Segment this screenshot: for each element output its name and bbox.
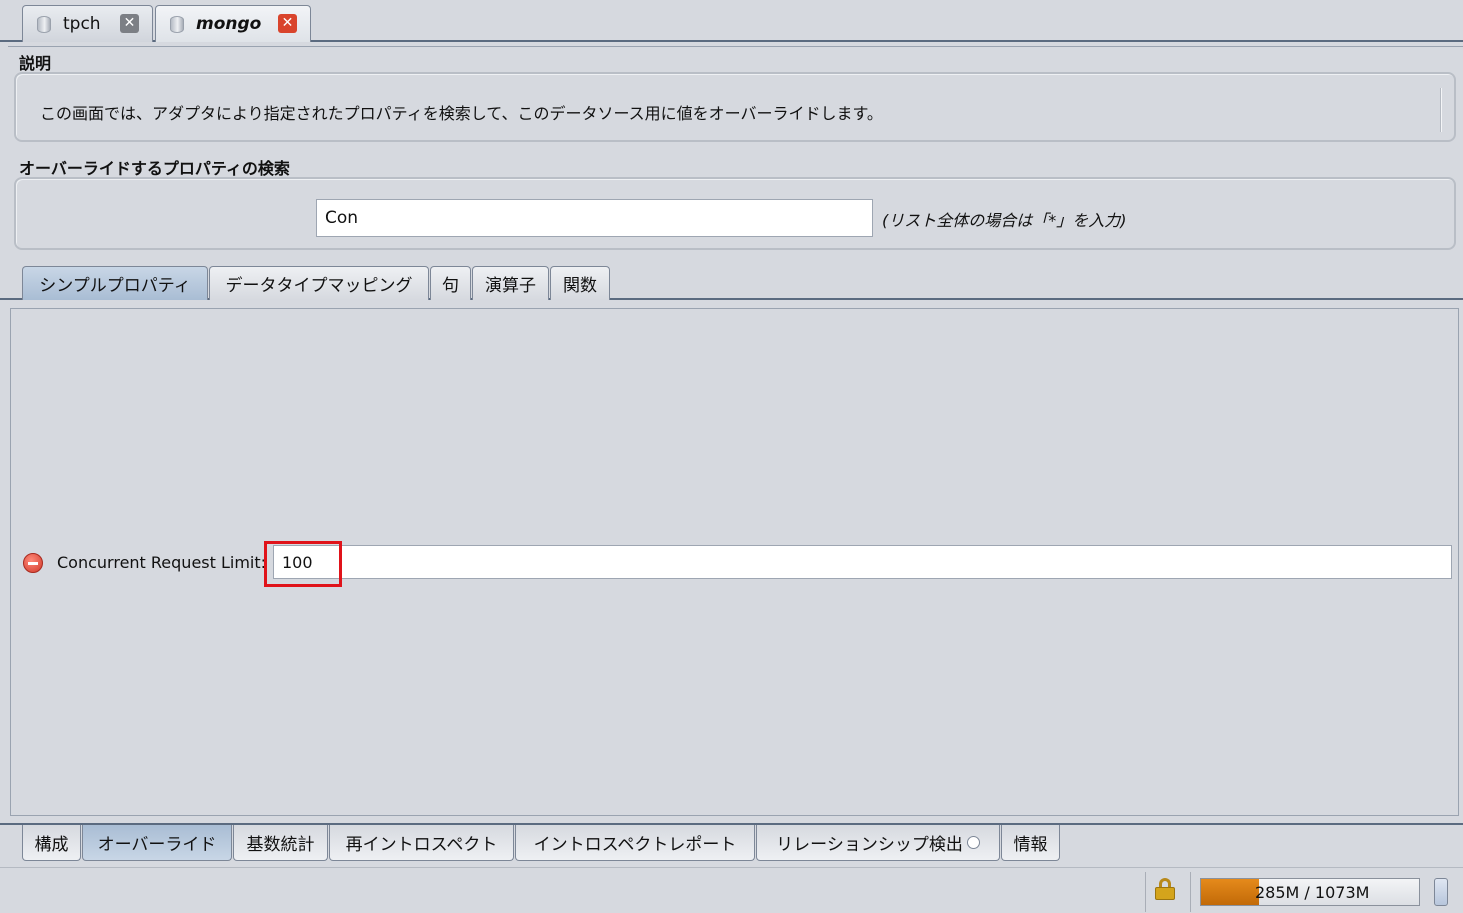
scrollbar[interactable]: [1440, 88, 1442, 132]
lock-icon[interactable]: [1155, 878, 1175, 900]
tab-override[interactable]: オーバーライド: [82, 825, 232, 861]
tab-tpch[interactable]: tpch ✕: [22, 5, 153, 42]
property-tab-bar: シンプルプロパティ データタイプマッピング 句 演算子 関数: [0, 264, 1463, 300]
tab-relationship-discovery[interactable]: リレーションシップ検出: [756, 825, 1000, 861]
close-icon[interactable]: ✕: [120, 14, 139, 33]
garbage-collect-icon[interactable]: [1434, 878, 1448, 906]
bottom-tab-bar: 構成 オーバーライド 基数統計 再イントロスペクト イントロスペクトレポート リ…: [0, 823, 1463, 861]
property-panel: Concurrent Request Limit:: [10, 308, 1459, 816]
tab-cardinality-stats[interactable]: 基数統計: [233, 825, 328, 861]
tab-functions[interactable]: 関数: [550, 266, 610, 300]
tab-clauses[interactable]: 句: [430, 266, 471, 300]
search-hint: (リスト全体の場合は「*」を入力): [882, 211, 1127, 230]
divider: [1145, 872, 1146, 912]
database-icon: [170, 15, 184, 33]
memory-fill: [1201, 879, 1259, 905]
tab-configuration[interactable]: 構成: [22, 825, 81, 861]
divider: [8, 46, 1463, 47]
tab-label: リレーションシップ検出: [776, 835, 963, 855]
status-bar: 285M / 1073M: [0, 867, 1463, 913]
description-title: 説明: [19, 54, 52, 73]
search-title: オーバーライドするプロパティの検索: [19, 159, 290, 178]
remove-icon[interactable]: [23, 553, 43, 573]
tab-reintrospect[interactable]: 再イントロスペクト: [329, 825, 514, 861]
description-box: この画面では、アダプタにより指定されたプロパティを検索して、このデータソース用に…: [14, 72, 1456, 142]
tab-operators[interactable]: 演算子: [472, 266, 549, 300]
memory-usage-bar[interactable]: 285M / 1073M: [1200, 878, 1420, 906]
tab-mongo[interactable]: mongo ✕: [155, 5, 311, 42]
property-label: Concurrent Request Limit:: [57, 553, 267, 572]
tab-introspect-report[interactable]: イントロスペクトレポート: [515, 825, 755, 861]
tab-datatype-mapping[interactable]: データタイプマッピング: [209, 266, 429, 300]
tab-label: tpch: [63, 14, 101, 34]
status-circle-icon: [966, 836, 980, 849]
divider: [1190, 872, 1191, 912]
description-text: この画面では、アダプタにより指定されたプロパティを検索して、このデータソース用に…: [40, 104, 883, 123]
tab-info[interactable]: 情報: [1001, 825, 1060, 861]
search-box: (リスト全体の場合は「*」を入力): [14, 177, 1456, 250]
database-icon: [37, 15, 51, 33]
concurrent-request-limit-field[interactable]: [273, 545, 1452, 579]
memory-text: 285M / 1073M: [1255, 883, 1370, 902]
tab-label: mongo: [196, 14, 262, 34]
property-search-input[interactable]: [316, 199, 873, 237]
tab-simple-properties[interactable]: シンプルプロパティ: [22, 266, 208, 300]
close-icon[interactable]: ✕: [278, 14, 297, 33]
document-tab-bar: tpch ✕ mongo ✕: [0, 0, 1463, 42]
